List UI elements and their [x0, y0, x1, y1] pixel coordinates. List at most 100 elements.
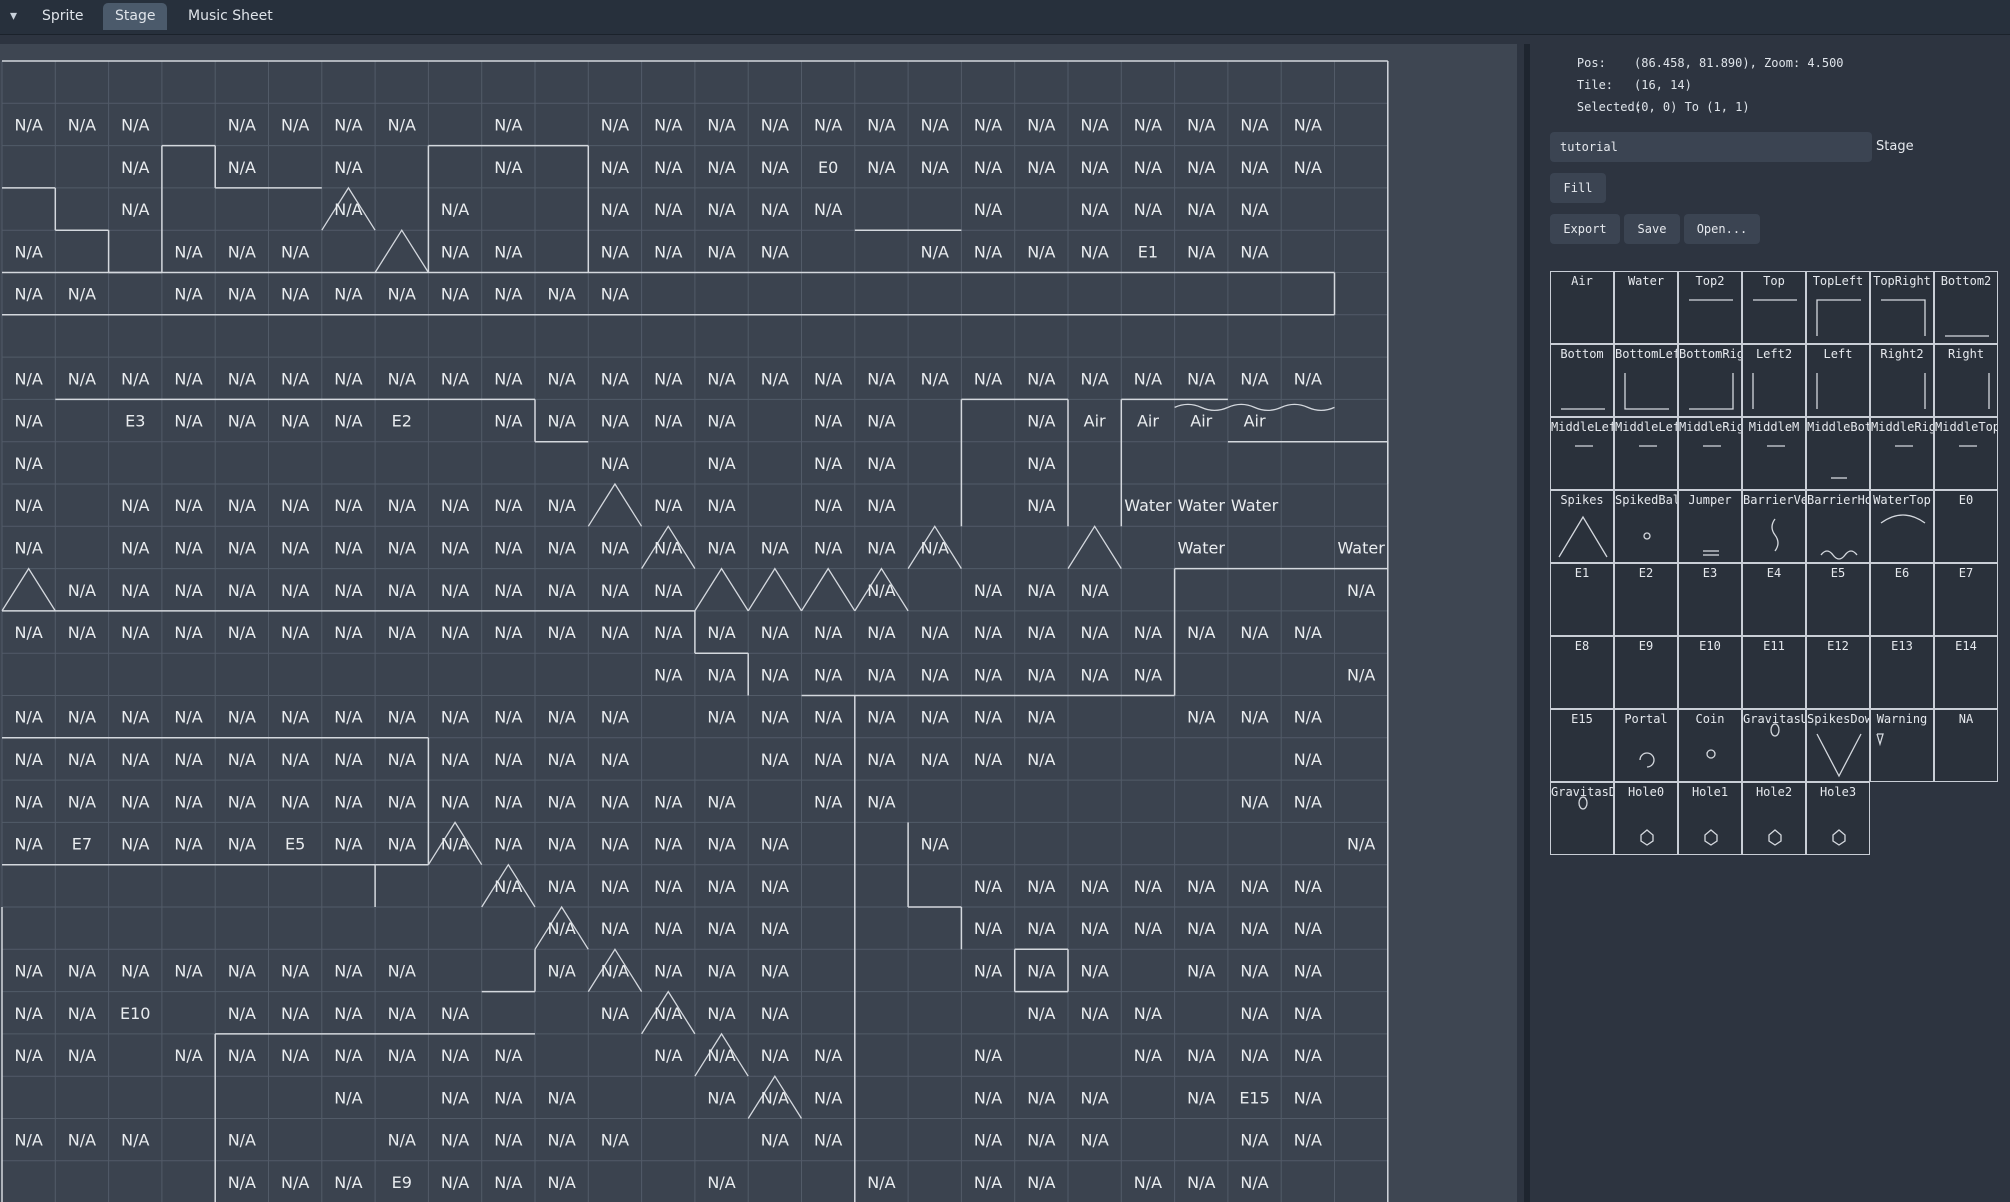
tile-label[interactable]: N/A	[921, 538, 949, 557]
tile-label[interactable]: N/A	[441, 1004, 469, 1023]
tile-label[interactable]: N/A	[1080, 115, 1108, 134]
tile-label[interactable]: E3	[125, 412, 145, 431]
tile-label[interactable]: N/A	[547, 708, 575, 727]
palette-tile-bottomleft[interactable]: BottomLeft	[1614, 344, 1678, 417]
tile-label[interactable]: N/A	[228, 581, 256, 600]
tile-label[interactable]: N/A	[494, 877, 522, 896]
tile-label[interactable]: N/A	[441, 1088, 469, 1107]
tile-label[interactable]: N/A	[68, 285, 96, 304]
tile-label[interactable]: N/A	[334, 1004, 362, 1023]
tile-label[interactable]: N/A	[441, 708, 469, 727]
tile-label[interactable]: N/A	[334, 1046, 362, 1065]
tile-label[interactable]: N/A	[761, 750, 789, 769]
tile-label[interactable]: N/A	[1240, 623, 1268, 642]
tile-label[interactable]: N/A	[707, 877, 735, 896]
tile-label[interactable]: N/A	[1080, 919, 1108, 938]
tile-label[interactable]: N/A	[547, 496, 575, 515]
tile-label[interactable]: N/A	[867, 158, 895, 177]
tile-label[interactable]: N/A	[601, 835, 629, 854]
tile-label[interactable]: N/A	[814, 750, 842, 769]
tile-label[interactable]: N/A	[1187, 1088, 1215, 1107]
tile-label[interactable]: N/A	[1187, 1173, 1215, 1192]
tile-label[interactable]: N/A	[494, 708, 522, 727]
tile-label[interactable]: N/A	[974, 200, 1002, 219]
tile-label[interactable]: N/A	[174, 1046, 202, 1065]
tile-label[interactable]: N/A	[388, 285, 416, 304]
tile-label[interactable]: N/A	[654, 919, 682, 938]
tile-label[interactable]: N/A	[601, 454, 629, 473]
tile-label[interactable]: N/A	[921, 115, 949, 134]
stage-canvas[interactable]: N/A N/A N/A N/A N/A N/A N/A N/A N/A N/A N/A N/A N/A N…	[0, 44, 1517, 1202]
tile-label[interactable]: N/A	[494, 369, 522, 388]
tile-label[interactable]: N/A	[707, 708, 735, 727]
tile-label[interactable]: N/A	[388, 792, 416, 811]
tile-label[interactable]: N/A	[601, 242, 629, 261]
tile-label[interactable]: N/A	[281, 792, 309, 811]
tile-label[interactable]: N/A	[921, 242, 949, 261]
tile-label[interactable]: N/A	[1240, 242, 1268, 261]
tab-music-sheet[interactable]: Music Sheet	[176, 3, 285, 30]
tile-label[interactable]: N/A	[121, 835, 149, 854]
tile-label[interactable]: N/A	[494, 835, 522, 854]
palette-tile-e9[interactable]: E9	[1614, 636, 1678, 709]
tile-label[interactable]: N/A	[14, 1131, 42, 1150]
tile-label[interactable]: Air	[1190, 412, 1212, 431]
tile-label[interactable]: N/A	[654, 200, 682, 219]
tile-label[interactable]: N/A	[1027, 708, 1055, 727]
tile-label[interactable]: N/A	[654, 412, 682, 431]
tile-label[interactable]: N/A	[1080, 877, 1108, 896]
tile-label[interactable]: N/A	[1080, 1004, 1108, 1023]
tile-label[interactable]: N/A	[1080, 200, 1108, 219]
tile-label[interactable]: N/A	[921, 158, 949, 177]
tile-label[interactable]: N/A	[761, 538, 789, 557]
tile-label[interactable]: N/A	[974, 750, 1002, 769]
tile-label[interactable]: N/A	[1240, 961, 1268, 980]
tile-label[interactable]: N/A	[601, 961, 629, 980]
tile-label[interactable]: E15	[1239, 1088, 1269, 1107]
tile-label[interactable]: N/A	[494, 1173, 522, 1192]
tile-label[interactable]: N/A	[1080, 665, 1108, 684]
tile-label[interactable]: N/A	[814, 496, 842, 515]
tile-label[interactable]: N/A	[1134, 115, 1162, 134]
palette-tile-middletop[interactable]: MiddleTop	[1934, 417, 1998, 490]
tile-label[interactable]: N/A	[1027, 242, 1055, 261]
tile-label[interactable]: N/A	[68, 115, 96, 134]
tile-label[interactable]: N/A	[761, 623, 789, 642]
tile-label[interactable]: N/A	[174, 369, 202, 388]
tile-label[interactable]: N/A	[228, 369, 256, 388]
tile-label[interactable]: N/A	[121, 538, 149, 557]
tile-label[interactable]: N/A	[1027, 665, 1055, 684]
tile-label[interactable]: N/A	[281, 750, 309, 769]
tile-label[interactable]: N/A	[228, 1131, 256, 1150]
tile-label[interactable]: N/A	[14, 496, 42, 515]
palette-tile-e1[interactable]: E1	[1550, 563, 1614, 636]
tile-label[interactable]: N/A	[1294, 1088, 1322, 1107]
tile-label[interactable]: N/A	[601, 115, 629, 134]
tile-label[interactable]: N/A	[974, 1046, 1002, 1065]
tile-label[interactable]: N/A	[1240, 158, 1268, 177]
palette-tile-spikesdown[interactable]: SpikesDown	[1806, 709, 1870, 782]
tile-label[interactable]: N/A	[68, 1004, 96, 1023]
tile-label[interactable]: E2	[392, 412, 412, 431]
tile-label[interactable]: N/A	[1187, 877, 1215, 896]
tile-label[interactable]: N/A	[388, 369, 416, 388]
tile-label[interactable]: N/A	[388, 115, 416, 134]
tile-label[interactable]: N/A	[1027, 369, 1055, 388]
tile-label[interactable]: N/A	[867, 623, 895, 642]
tile-label[interactable]: N/A	[334, 581, 362, 600]
tile-label[interactable]: N/A	[334, 708, 362, 727]
tile-label[interactable]: N/A	[707, 1046, 735, 1065]
tile-label[interactable]: N/A	[654, 158, 682, 177]
tile-label[interactable]: N/A	[707, 369, 735, 388]
tile-label[interactable]: N/A	[1027, 1004, 1055, 1023]
tile-label[interactable]: N/A	[281, 538, 309, 557]
tile-label[interactable]: N/A	[334, 1088, 362, 1107]
tile-label[interactable]: N/A	[1294, 369, 1322, 388]
tile-label[interactable]: N/A	[228, 835, 256, 854]
tile-label[interactable]: N/A	[121, 961, 149, 980]
tile-label[interactable]: N/A	[281, 412, 309, 431]
tile-label[interactable]: N/A	[441, 1173, 469, 1192]
tile-label[interactable]: N/A	[814, 412, 842, 431]
tile-label[interactable]: N/A	[494, 792, 522, 811]
palette-tile-right[interactable]: Right	[1934, 344, 1998, 417]
